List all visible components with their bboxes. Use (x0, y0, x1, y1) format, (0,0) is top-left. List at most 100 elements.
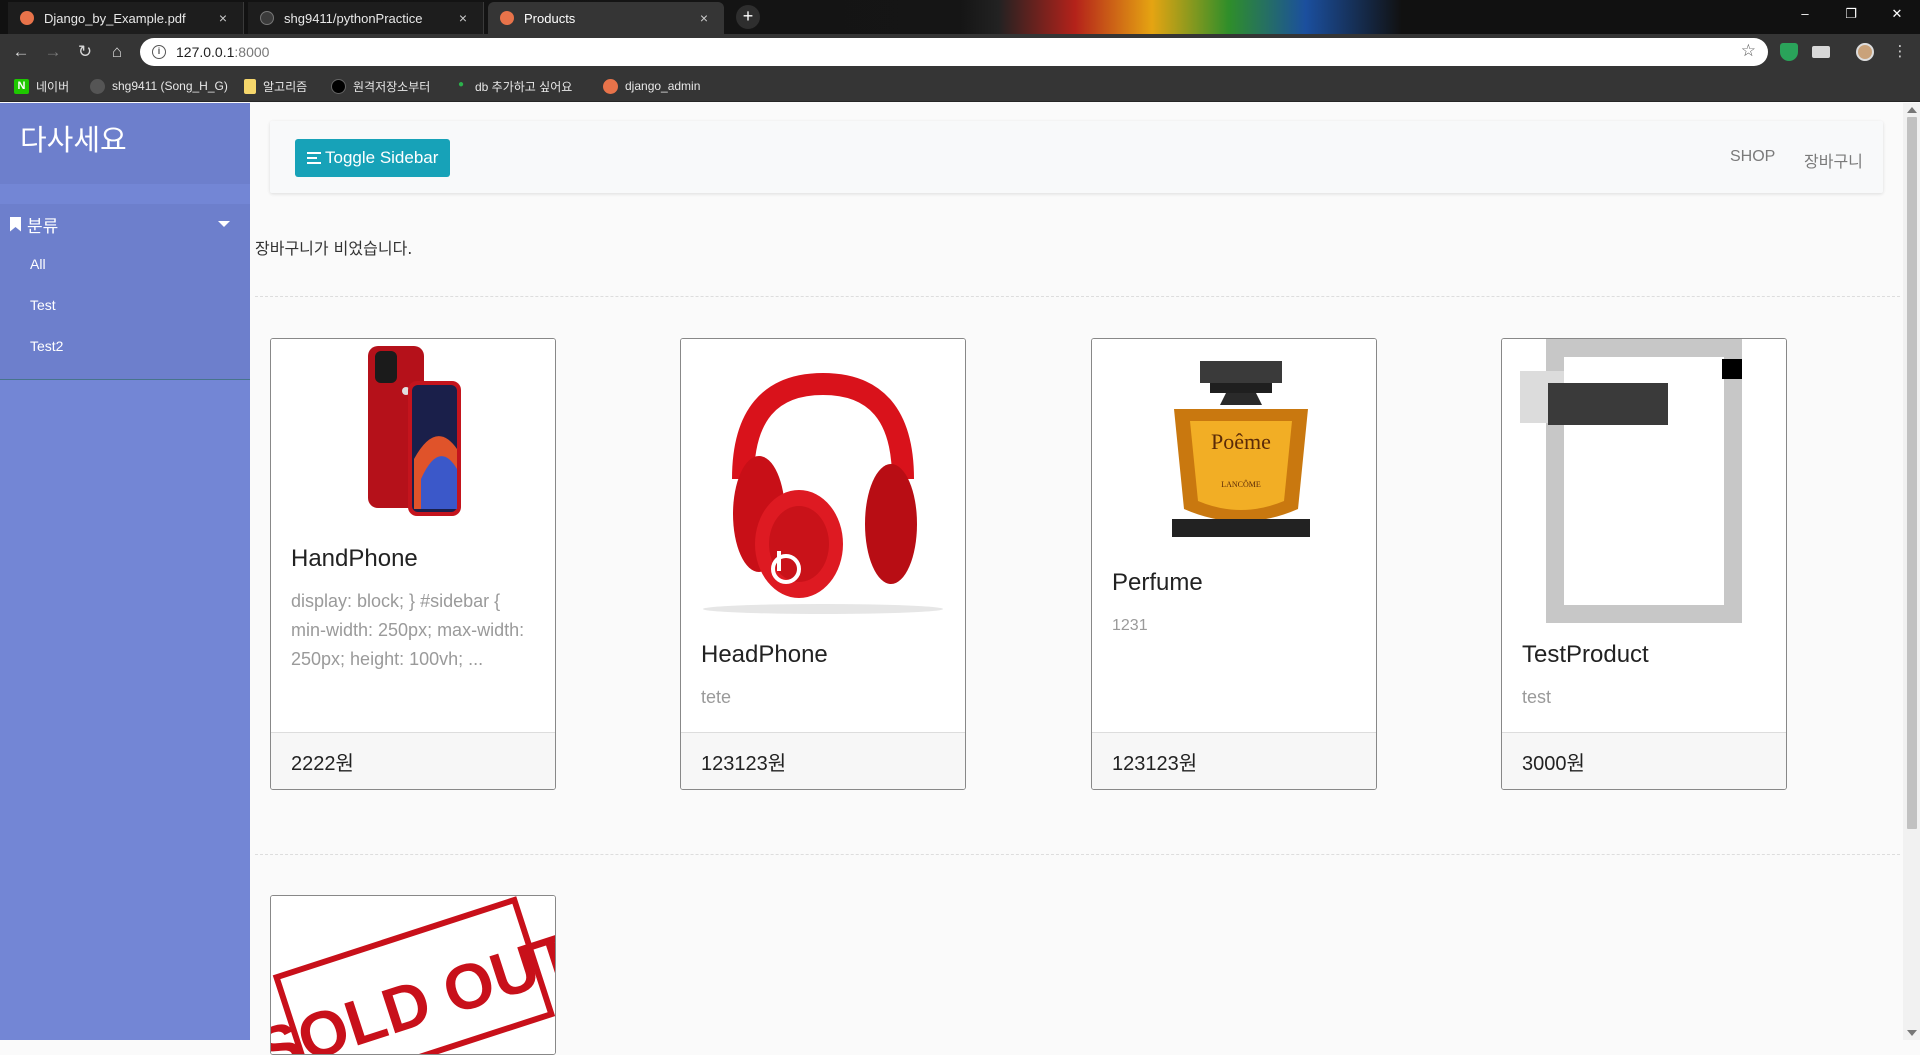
close-window-button[interactable]: ✕ (1874, 0, 1920, 30)
folder-icon (244, 78, 256, 94)
product-name[interactable]: TestProduct (1522, 641, 1649, 669)
product-card-perfume[interactable]: Poême LANCÔME Perfume 1231 123123원 (1091, 338, 1377, 790)
product-price: 2222원 (271, 732, 555, 789)
tab-title: shg9411/pythonPractice (284, 10, 423, 26)
main-content: Toggle Sidebar SHOP 장바구니 장바구니가 비었습니다. Ha (250, 103, 1900, 1055)
browser-toolbar: ← → ↻ ⌂ i 127.0.0.1:8000 ☆ ⋮ (0, 34, 1920, 70)
tab-title: Django_by_Example.pdf (44, 10, 186, 26)
product-card-handphone[interactable]: HandPhone display: block; } #sidebar { m… (270, 338, 556, 790)
product-card-soldout[interactable]: SOLD OUT (270, 895, 556, 1055)
product-price: 3000원 (1502, 732, 1786, 789)
align-left-icon (307, 152, 321, 164)
perfume-label-text: Poême (1211, 429, 1271, 454)
tab-github[interactable]: shg9411/pythonPractice × (248, 2, 484, 34)
tab-close-icon[interactable]: × (696, 10, 712, 26)
new-tab-button[interactable]: + (736, 5, 760, 29)
tab-products[interactable]: Products × (488, 2, 724, 34)
browser-tab-bar: Django_by_Example.pdf × shg9411/pythonPr… (0, 0, 1920, 34)
category-dropdown-toggle[interactable]: 분류 (0, 204, 250, 244)
bookmark-label: 네이버 (36, 79, 70, 94)
address-bar[interactable]: i 127.0.0.1:8000 ☆ (140, 38, 1768, 66)
bookmark-label: 원격저장소부터 (353, 79, 431, 94)
product-image[interactable] (1502, 339, 1786, 623)
github-icon (90, 78, 105, 94)
headphone-image-icon (703, 372, 943, 614)
scrollbar-thumb[interactable] (1907, 117, 1917, 829)
bookmark-icon (10, 216, 21, 232)
product-image[interactable]: Poême LANCÔME (1092, 339, 1376, 552)
product-name[interactable]: HandPhone (291, 545, 418, 573)
back-icon[interactable]: ← (9, 40, 33, 64)
bookmark-star-icon[interactable]: ☆ (1741, 41, 1756, 61)
sidebar-brand[interactable]: 다사세요 (0, 103, 250, 184)
page-scrollbar[interactable] (1903, 103, 1920, 1040)
circle-icon (331, 78, 346, 94)
nav-link-shop[interactable]: SHOP (1730, 148, 1775, 166)
site-favicon-icon (500, 11, 514, 25)
tab-close-icon[interactable]: × (215, 10, 231, 26)
tab-django-pdf[interactable]: Django_by_Example.pdf × (8, 2, 244, 34)
top-navbar: Toggle Sidebar SHOP 장바구니 (270, 121, 1883, 193)
product-name[interactable]: HeadPhone (701, 641, 828, 669)
cart-empty-message: 장바구니가 비었습니다. (255, 239, 413, 258)
product-price: 123123원 (681, 732, 965, 789)
page-viewport: 다사세요 분류 All Test Test2 Toggle Sidebar SH… (0, 103, 1920, 1055)
bookmark-algorithm[interactable]: 알고리즘 (244, 77, 307, 95)
product-image[interactable] (271, 339, 555, 528)
bookmark-django-admin[interactable]: django_admin (603, 77, 700, 95)
sidebar: 다사세요 분류 All Test Test2 (0, 103, 250, 1040)
placeholder-image-icon (1520, 339, 1742, 623)
shield-extension-icon[interactable] (1780, 43, 1798, 61)
category-label: 분류 (27, 216, 59, 237)
section-divider (255, 854, 1900, 855)
product-card-headphone[interactable]: HeadPhone tete 123123원 (680, 338, 966, 790)
product-price: 123123원 (1092, 732, 1376, 789)
address-host: 127.0.0.1 (176, 44, 235, 60)
minimize-button[interactable]: – (1782, 0, 1828, 30)
cast-extension-icon[interactable] (1812, 46, 1830, 58)
category-item-test2[interactable]: Test2 (0, 326, 250, 367)
product-card-testproduct[interactable]: TestProduct test 3000원 (1501, 338, 1787, 790)
tab-title: Products (524, 10, 576, 26)
perfume-brand-text: LANCÔME (1221, 479, 1261, 489)
phone-image-icon (368, 346, 461, 516)
bookmark-remote-repo[interactable]: 원격저장소부터 (331, 77, 430, 95)
site-favicon-icon (603, 78, 618, 94)
product-image[interactable]: SOLD OUT (271, 896, 555, 1055)
site-info-icon[interactable]: i (152, 45, 166, 59)
restore-button[interactable]: ❐ (1828, 0, 1874, 30)
bookmark-label: 알고리즘 (263, 79, 308, 94)
tab-close-icon[interactable]: × (455, 10, 471, 26)
pdf-favicon-icon (20, 11, 34, 25)
category-item-test[interactable]: Test (0, 285, 250, 326)
scroll-up-icon[interactable] (1907, 107, 1917, 113)
product-description: 1231 (1112, 617, 1148, 634)
caret-down-icon (218, 221, 230, 227)
sold-out-stamp-icon: SOLD OUT (271, 896, 555, 1055)
sold-out-text: SOLD OUT (271, 918, 555, 1055)
scroll-down-icon[interactable] (1907, 1030, 1917, 1036)
address-port: :8000 (234, 44, 270, 60)
bookmark-naver[interactable]: N 네이버 (14, 77, 69, 95)
category-item-all[interactable]: All (0, 244, 250, 285)
bookmark-label: shg9411 (Song_H_G) (112, 79, 228, 93)
product-name[interactable]: Perfume (1112, 569, 1203, 597)
reload-icon[interactable]: ↻ (73, 40, 97, 64)
section-divider (255, 296, 1900, 297)
profile-avatar-icon[interactable] (1856, 43, 1874, 61)
toggle-sidebar-label: Toggle Sidebar (325, 148, 439, 167)
bookmark-db[interactable]: ● db 추가하고 싶어요 (458, 77, 572, 95)
nav-link-cart[interactable]: 장바구니 (1804, 148, 1863, 172)
product-description: display: block; } #sidebar { min-width: … (291, 591, 525, 669)
bookmark-label: django_admin (625, 79, 701, 93)
toggle-sidebar-button[interactable]: Toggle Sidebar (295, 139, 451, 177)
product-image[interactable] (681, 339, 965, 623)
home-icon[interactable]: ⌂ (105, 40, 129, 64)
bookmarks-bar: N 네이버 shg9411 (Song_H_G) 알고리즘 원격저장소부터 ● … (0, 70, 1920, 102)
bookmark-github[interactable]: shg9411 (Song_H_G) (90, 77, 228, 95)
menu-kebab-icon[interactable]: ⋮ (1888, 40, 1912, 64)
naver-icon: N (14, 78, 29, 94)
product-description: test (1522, 687, 1552, 707)
product-description: tete (701, 687, 732, 707)
forward-icon[interactable]: → (41, 40, 65, 64)
